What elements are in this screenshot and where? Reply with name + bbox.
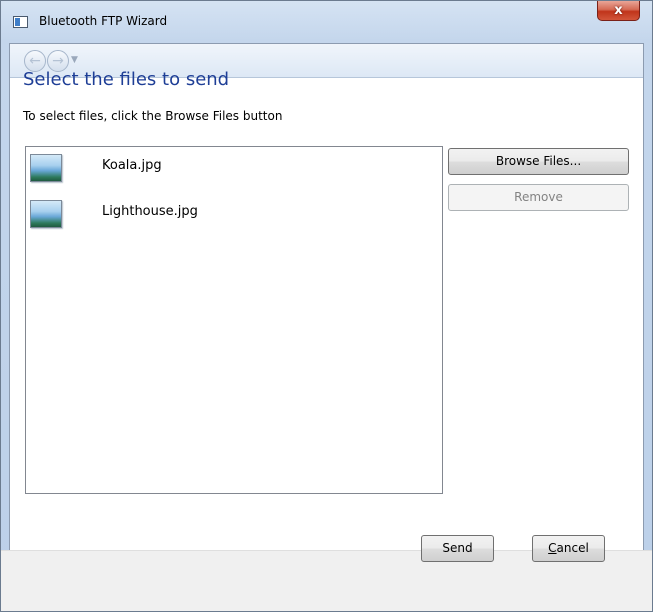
back-arrow-icon: ← [29, 53, 41, 69]
file-name: Koala.jpg [102, 158, 162, 173]
list-item[interactable]: Lighthouse.jpg [30, 197, 430, 237]
title-bar[interactable]: Bluetooth FTP Wizard x [1, 1, 652, 43]
cancel-accelerator: C [548, 541, 557, 555]
close-icon: x [614, 3, 623, 18]
file-list[interactable]: Koala.jpg Lighthouse.jpg [25, 146, 443, 494]
image-file-icon [30, 200, 62, 228]
window-title: Bluetooth FTP Wizard [39, 14, 168, 28]
remove-button[interactable]: Remove [448, 184, 629, 211]
close-button[interactable]: x [597, 1, 640, 21]
page-title: Select the files to send [23, 69, 230, 90]
file-name: Lighthouse.jpg [102, 204, 198, 219]
wizard-window: Bluetooth FTP Wizard x ← → ▼ Select the … [0, 0, 653, 612]
instruction-text: To select files, click the Browse Files … [23, 109, 283, 123]
cancel-label-rest: ancel [556, 541, 589, 555]
forward-arrow-icon: → [52, 53, 64, 69]
cancel-button[interactable]: Cancel [532, 535, 605, 562]
browse-files-button[interactable]: Browse Files... [448, 148, 629, 175]
list-item[interactable]: Koala.jpg [30, 151, 430, 191]
app-icon [13, 16, 28, 28]
send-button[interactable]: Send [421, 535, 494, 562]
chevron-down-icon[interactable]: ▼ [71, 55, 78, 65]
image-file-icon [30, 154, 62, 182]
